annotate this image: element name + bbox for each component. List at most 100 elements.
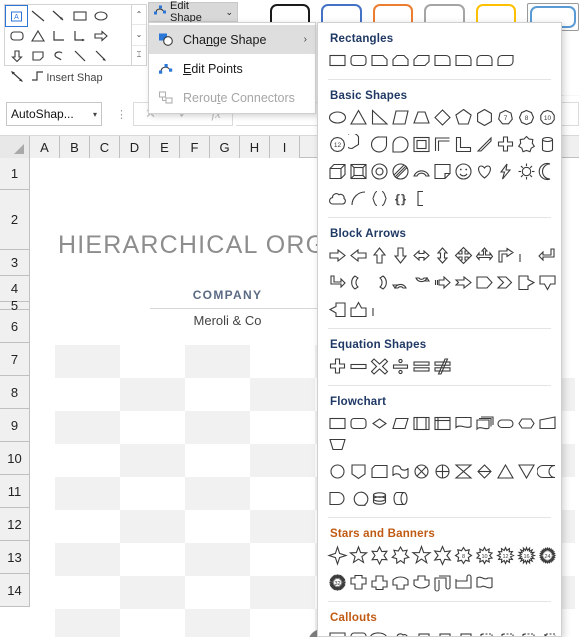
row-header-7[interactable]: 7 [0,343,30,376]
shape-down-arrow-callout[interactable] [537,272,558,293]
edit-shape-button[interactable]: Edit Shape ⌄ [148,0,238,24]
shape-snip-same-side-corner-rectangle[interactable] [390,50,411,71]
column-header-g[interactable]: G [210,136,240,158]
shape-no-symbol[interactable] [390,161,411,182]
shape-moon[interactable] [537,161,558,182]
shape-flowchart-summing-junction[interactable] [411,461,432,482]
shape-l-shape[interactable] [453,134,474,155]
shape-pentagon-arrow[interactable] [474,272,495,293]
shape-down-arrow[interactable] [390,245,411,266]
shape-sun[interactable] [516,161,537,182]
shape-explosion-10[interactable]: 10 [474,545,495,566]
column-header-i[interactable]: I [270,136,300,158]
row-header-14[interactable]: 14 [0,574,30,607]
shape-parallelogram[interactable] [390,107,411,128]
shape-flowchart-multidocument[interactable] [474,413,495,434]
shape-heptagon[interactable]: 7 [495,107,516,128]
shape-curved-up-ribbon[interactable] [390,572,411,593]
row-header-13[interactable]: 13 [0,541,30,574]
shape-flowchart-punched-tape[interactable] [390,461,411,482]
shape-curved-right-arrow[interactable] [348,272,369,293]
shape-cross[interactable] [495,134,516,155]
shape-lightning-bolt[interactable] [495,161,516,182]
row-header-3[interactable]: 3 [0,250,30,276]
select-all-button[interactable] [0,136,30,158]
gallery-scroll-up-icon[interactable]: ⌃ [132,5,146,26]
shape-striped-right-arrow[interactable] [432,272,453,293]
menu-item-edit-points[interactable]: Edit Points [149,54,315,83]
shape-left-right-arrow[interactable] [411,245,432,266]
shape-cloud-callout[interactable] [390,629,411,636]
shape-right-arrow[interactable] [90,26,111,46]
shape-flowchart-preparation[interactable] [516,413,537,434]
shape-decagon[interactable]: 10 [537,107,558,128]
shape-bevel[interactable] [348,161,369,182]
shape-line-callout-3[interactable] [453,629,474,636]
shape-pentagon[interactable] [453,107,474,128]
shape-donut[interactable] [369,161,390,182]
shape-three-way-arrow[interactable] [474,245,495,266]
shape-flowchart-connector[interactable] [327,461,348,482]
shape-right-arrow-callout[interactable] [516,272,537,293]
shape-chevron[interactable] [495,272,516,293]
shape-u-turn-arrow-2[interactable] [369,299,390,320]
shape-left-bracket[interactable] [411,188,432,209]
shape-frame-corner[interactable] [390,134,411,155]
shape-line-callout-1[interactable] [411,629,432,636]
shape-rounded-rectangle[interactable] [348,50,369,71]
shape-octagon[interactable]: 8 [516,107,537,128]
shape-right-arrow[interactable] [327,245,348,266]
row-header-12[interactable]: 12 [0,508,30,541]
column-header-d[interactable]: D [120,136,150,158]
shape-line-callout-2-accent-bar[interactable] [495,629,516,636]
menu-item-change-shape[interactable]: Change Shape › [149,25,315,54]
shape-oval-callout[interactable] [369,629,390,636]
shape-cloud[interactable] [327,188,348,209]
shape-flowchart-sort[interactable] [474,461,495,482]
shape-snip-and-round-single-corner-rectangle[interactable] [432,50,453,71]
shape-triangle[interactable] [27,26,48,46]
shape-left-arrow-callout[interactable] [327,299,348,320]
shape-frame[interactable] [411,134,432,155]
row-header-10[interactable]: 10 [0,442,30,475]
row-header-6[interactable]: 6 [0,310,30,343]
shape-flowchart-sequential-access-storage[interactable] [348,488,369,509]
shape-bent-arrow-left-down[interactable] [537,245,558,266]
shape-flowchart-or[interactable] [432,461,453,482]
shape-flowchart-off-page-connector[interactable] [348,461,369,482]
shape-bent-up-arrow[interactable] [327,272,348,293]
shape-explosion-24[interactable]: 24 [537,545,558,566]
shape-arrow-down-right[interactable] [90,46,111,66]
shape-trapezoid[interactable] [411,107,432,128]
shape-folded-corner[interactable] [27,46,48,66]
shape-left-right-bracket[interactable] [369,188,390,209]
shape-elbow-arrow-connector[interactable] [69,26,90,46]
shape-flowchart-delay[interactable] [327,488,348,509]
gallery-scroll-down-icon[interactable]: ⌄ [132,25,146,46]
shape-four-way-arrow[interactable] [453,245,474,266]
shape-flowchart-merge[interactable] [516,461,537,482]
shape-line-callout-3-accent-bar[interactable] [516,629,537,636]
shape-arc[interactable] [348,188,369,209]
column-header-c[interactable]: C [90,136,120,158]
shape-cube[interactable] [327,161,348,182]
shape-flowchart-direct-access-storage[interactable] [390,488,411,509]
name-box[interactable]: AutoShap... ▾ [6,102,102,126]
shape-can[interactable] [537,134,558,155]
shape-diagonal-stripe[interactable] [474,134,495,155]
shape-folded-corner[interactable] [432,161,453,182]
shape-flowchart-manual-input[interactable] [537,413,558,434]
shape-rectangular-callout[interactable] [327,629,348,636]
row-header-2[interactable]: 2 [0,190,30,250]
shape-oval[interactable] [327,107,348,128]
shape-text-box[interactable]: A [5,5,28,27]
shape-star-8-point[interactable] [411,545,432,566]
shape-wave[interactable] [474,572,495,593]
row-header-1[interactable]: 1 [0,158,30,190]
shape-curved-down-arrow[interactable] [411,272,432,293]
shape-equal-sign[interactable] [411,356,432,377]
column-header-h[interactable]: H [240,136,270,158]
column-header-a[interactable]: A [30,136,60,158]
row-header-8[interactable]: 8 [0,376,30,409]
shapes-gallery-scrollbar[interactable]: ⌃ ⌄ ⌶ [132,4,147,66]
